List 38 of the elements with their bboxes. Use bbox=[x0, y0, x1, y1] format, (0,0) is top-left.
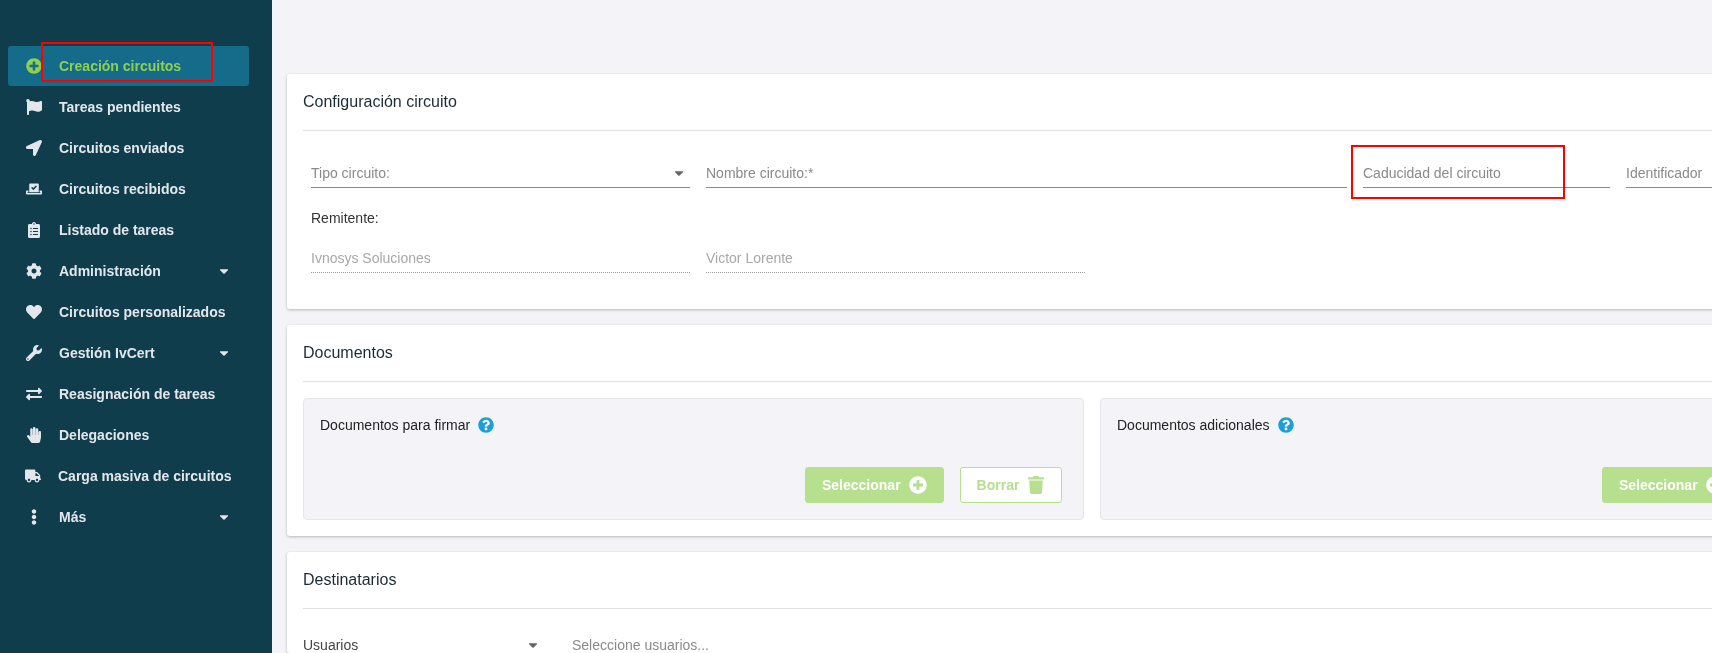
wrench-icon bbox=[25, 344, 42, 362]
gear-icon bbox=[25, 262, 42, 280]
sidebar-item[interactable]: Circuitos enviados bbox=[8, 128, 249, 168]
truck-icon bbox=[25, 467, 41, 485]
input-field[interactable]: Nombre circuito:* bbox=[706, 159, 1347, 188]
flag-icon bbox=[25, 98, 42, 116]
sidebar-item[interactable]: Circuitos personalizados bbox=[8, 292, 249, 332]
input-field[interactable]: Identificador bbox=[1626, 159, 1712, 188]
readonly-field: Ivnosys Soluciones bbox=[311, 250, 690, 273]
trash-icon bbox=[1027, 476, 1046, 494]
section-title: Documentos bbox=[303, 325, 1712, 382]
sidebar-item[interactable]: Administración bbox=[8, 251, 249, 291]
sidebar-item[interactable]: Más bbox=[8, 497, 249, 537]
section-title: Destinatarios bbox=[303, 552, 1712, 609]
input-field[interactable]: Caducidad del circuito bbox=[1363, 159, 1610, 188]
help-icon[interactable] bbox=[478, 417, 495, 433]
sidebar-item[interactable]: Circuitos recibidos bbox=[8, 169, 249, 209]
panel-title: Documentos para firmar bbox=[320, 417, 471, 433]
sidebar-item[interactable]: Listado de tareas bbox=[8, 210, 249, 250]
readonly-field: Victor Lorente bbox=[706, 250, 1085, 273]
ballot-box-icon bbox=[25, 180, 42, 198]
help-icon[interactable] bbox=[1277, 417, 1294, 433]
heart-icon bbox=[25, 303, 42, 321]
sidebar-item[interactable]: Tareas pendientes bbox=[8, 87, 249, 127]
panel-title: Documentos adicionales bbox=[1117, 417, 1270, 433]
input-field[interactable]: Seleccione usuarios... bbox=[572, 637, 972, 653]
field-label: Remitente: bbox=[310, 209, 380, 226]
swap-arrows-icon bbox=[25, 385, 42, 403]
sidebar-item[interactable]: Gestión IvCert bbox=[8, 333, 249, 373]
hand-icon bbox=[25, 426, 42, 444]
select-field[interactable]: Usuarios bbox=[303, 637, 540, 653]
sidebar-item[interactable]: Delegaciones bbox=[8, 415, 249, 455]
select-field[interactable]: Tipo circuito: bbox=[311, 159, 690, 188]
section-title: Configuración circuito bbox=[303, 74, 1712, 131]
arrow-icon bbox=[25, 139, 42, 157]
clipboard-icon bbox=[25, 221, 42, 239]
sidebar-item[interactable]: Carga masiva de circuitos bbox=[8, 456, 249, 496]
sidebar-item[interactable]: Reasignación de tareas bbox=[8, 374, 249, 414]
